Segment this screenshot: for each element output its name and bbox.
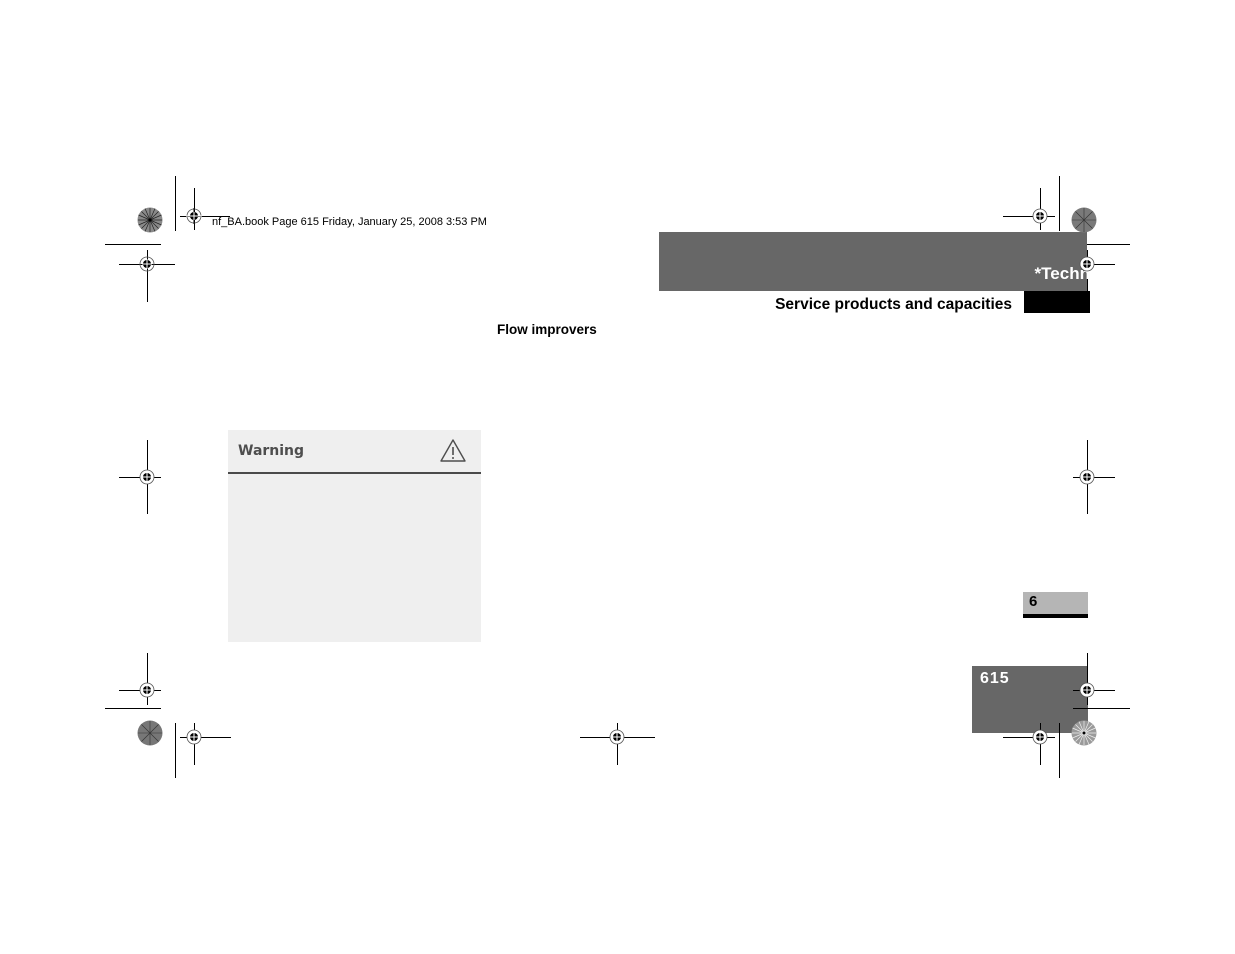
color-registration-rose-icon	[1071, 207, 1097, 233]
subheading: Flow improvers	[497, 322, 597, 337]
registration-mark-icon	[139, 682, 155, 698]
crop-line	[105, 244, 161, 245]
warning-triangle-icon	[439, 438, 467, 464]
registration-mark-icon	[1079, 469, 1095, 485]
registration-mark-icon	[186, 208, 202, 224]
section-marker-tab	[1024, 291, 1090, 313]
registration-mark-icon	[1079, 256, 1095, 272]
warning-label: Warning	[238, 443, 305, 459]
crop-line	[105, 708, 161, 709]
color-registration-rose-icon	[137, 207, 163, 233]
crop-line	[1059, 176, 1060, 231]
color-registration-rose-icon	[1071, 720, 1097, 746]
crop-line	[175, 176, 176, 231]
chapter-title: *Technical data	[1034, 264, 1158, 283]
crop-line	[175, 723, 176, 778]
chapter-tab: 6	[1023, 592, 1088, 618]
registration-mark-icon	[139, 256, 155, 272]
registration-mark-icon	[1079, 682, 1095, 698]
registration-mark-icon	[1032, 208, 1048, 224]
print-file-info: nf_BA.book Page 615 Friday, January 25, …	[212, 216, 487, 228]
registration-mark-icon	[139, 469, 155, 485]
chapter-number: 6	[1029, 593, 1038, 610]
registration-mark-icon	[186, 729, 202, 745]
crop-line	[1059, 723, 1060, 778]
registration-mark-icon	[1032, 729, 1048, 745]
page-number: 615	[980, 670, 1010, 687]
warning-box: Warning	[228, 430, 481, 642]
chapter-header-band	[659, 232, 1087, 291]
crop-line	[1073, 708, 1130, 709]
color-registration-rose-icon	[137, 720, 163, 746]
warning-header: Warning	[228, 430, 481, 474]
section-title: Service products and capacities	[775, 296, 1012, 313]
registration-mark-icon	[609, 729, 625, 745]
